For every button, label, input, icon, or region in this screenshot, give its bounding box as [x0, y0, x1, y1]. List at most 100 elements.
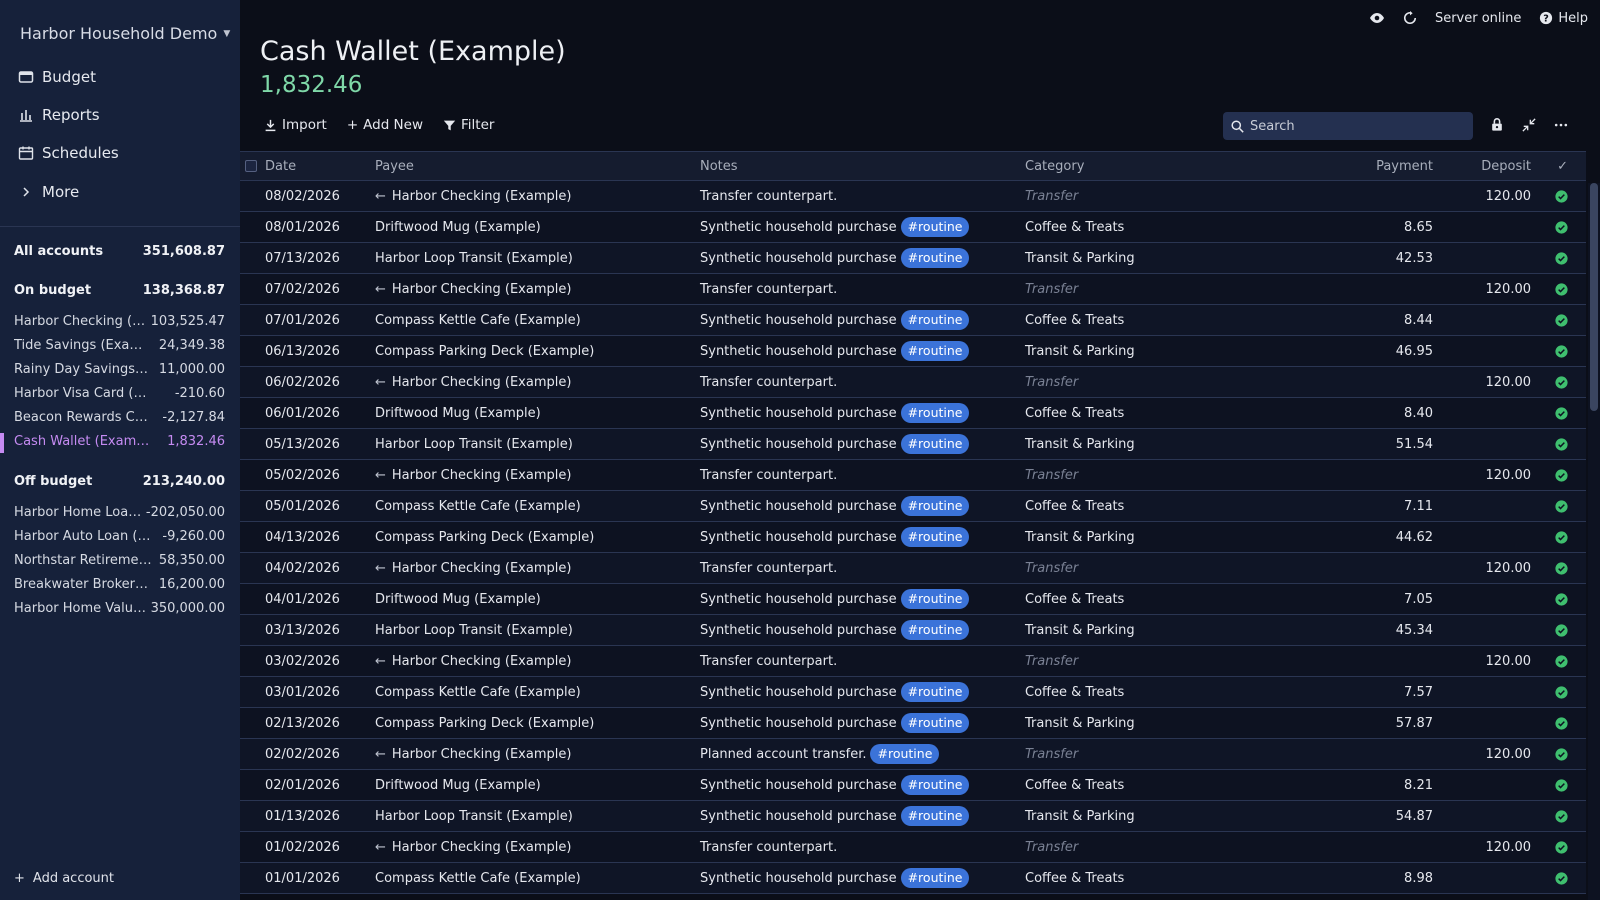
cell-payment[interactable]: 54.87 — [1396, 809, 1433, 824]
table-row[interactable]: 01/13/2026 Harbor Loop Transit (Example) S… — [240, 801, 1586, 832]
add-new-button[interactable]: + Add New — [347, 117, 423, 133]
cleared-check-icon[interactable] — [1555, 499, 1568, 513]
cell-payee[interactable]: Driftwood Mug (Example) — [375, 406, 541, 421]
cell-deposit[interactable]: 120.00 — [1486, 747, 1532, 762]
cell-notes[interactable]: Synthetic household purchase #routine — [700, 775, 970, 795]
cell-date[interactable]: 04/01/2026 — [265, 592, 340, 607]
header-payee[interactable]: Payee — [375, 159, 414, 174]
cell-notes[interactable]: Synthetic household purchase #routine — [700, 620, 970, 640]
cleared-check-icon[interactable] — [1555, 530, 1568, 544]
reconcile-button[interactable] — [1490, 117, 1504, 132]
cell-payee[interactable]: Compass Kettle Cafe (Example) — [375, 871, 581, 886]
cell-notes[interactable]: Synthetic household purchase #routine — [700, 496, 970, 516]
cell-payee[interactable]: Compass Parking Deck (Example) — [375, 530, 594, 545]
cell-notes[interactable]: Synthetic household purchase #routine — [700, 868, 970, 888]
filter-button[interactable]: Filter — [443, 117, 494, 133]
cell-date[interactable]: 04/02/2026 — [265, 561, 340, 576]
cell-payee[interactable]: Harbor Loop Transit (Example) — [375, 251, 573, 266]
collapse-button[interactable] — [1522, 117, 1536, 132]
cell-notes[interactable]: Synthetic household purchase #routine — [700, 403, 970, 423]
tag-badge[interactable]: #routine — [900, 713, 970, 733]
account-item[interactable]: Harbor Home Loan (Example) -202,050.00 — [14, 505, 225, 520]
cleared-check-icon[interactable] — [1555, 623, 1568, 637]
header-deposit[interactable]: Deposit — [1481, 159, 1531, 174]
tag-badge[interactable]: #routine — [900, 341, 970, 361]
help-button[interactable]: ? Help — [1539, 11, 1588, 26]
cell-date[interactable]: 05/02/2026 — [265, 468, 340, 483]
cell-date[interactable]: 01/13/2026 — [265, 809, 340, 824]
cell-notes[interactable]: Synthetic household purchase #routine — [700, 713, 970, 733]
account-item[interactable]: Harbor Auto Loan (Example) -9,260.00 — [14, 529, 225, 544]
cell-payment[interactable]: 8.65 — [1404, 220, 1433, 235]
cleared-check-icon[interactable] — [1555, 871, 1568, 885]
select-all-checkbox[interactable] — [245, 160, 257, 172]
cell-date[interactable]: 05/01/2026 — [265, 499, 340, 514]
cell-notes[interactable]: Transfer counterpart. — [700, 840, 837, 855]
cell-category[interactable]: Coffee & Treats — [1025, 406, 1124, 421]
cleared-check-icon[interactable] — [1555, 809, 1568, 823]
cell-date[interactable]: 06/13/2026 — [265, 344, 340, 359]
nav-schedules[interactable]: Schedules — [18, 140, 119, 166]
cell-notes[interactable]: Synthetic household purchase #routine — [700, 341, 970, 361]
tag-badge[interactable]: #routine — [900, 434, 970, 454]
cell-date[interactable]: 07/01/2026 — [265, 313, 340, 328]
account-item[interactable]: Harbor Home Value (Example) 350,000.00 — [14, 601, 225, 616]
cell-payee[interactable]: Harbor Loop Transit (Example) — [375, 809, 573, 824]
cleared-check-icon[interactable] — [1555, 189, 1568, 203]
table-row[interactable]: 04/02/2026 ← Harbor Checking (Example) Tran… — [240, 553, 1586, 584]
cell-category[interactable]: Transit & Parking — [1025, 809, 1135, 824]
import-button[interactable]: Import — [264, 117, 327, 133]
account-item[interactable]: Tide Savings (Example) 24,349.38 — [14, 338, 225, 353]
tag-badge[interactable]: #routine — [900, 496, 970, 516]
cell-date[interactable]: 02/02/2026 — [265, 747, 340, 762]
cell-category[interactable]: Transfer — [1025, 189, 1078, 204]
cell-deposit[interactable]: 120.00 — [1486, 561, 1532, 576]
cell-payee[interactable]: ← Harbor Checking (Example) — [375, 468, 571, 483]
cleared-check-icon[interactable] — [1555, 282, 1568, 296]
cell-notes[interactable]: Synthetic household purchase #routine — [700, 806, 970, 826]
cell-deposit[interactable]: 120.00 — [1486, 654, 1532, 669]
cell-category[interactable]: Transit & Parking — [1025, 530, 1135, 545]
cell-date[interactable]: 01/01/2026 — [265, 871, 340, 886]
account-item[interactable]: Harbor Visa Card (Example) -210.60 — [14, 386, 225, 401]
tag-badge[interactable]: #routine — [900, 775, 970, 795]
search-box[interactable] — [1223, 112, 1473, 140]
cell-payment[interactable]: 8.44 — [1404, 313, 1433, 328]
cell-date[interactable]: 04/13/2026 — [265, 530, 340, 545]
cell-notes[interactable]: Planned account transfer. #routine — [700, 744, 940, 764]
cell-date[interactable]: 02/01/2026 — [265, 778, 340, 793]
all-accounts[interactable]: All accounts 351,608.87 — [14, 244, 225, 259]
cell-deposit[interactable]: 120.00 — [1486, 468, 1532, 483]
cell-date[interactable]: 06/02/2026 — [265, 375, 340, 390]
cell-payee[interactable]: Driftwood Mug (Example) — [375, 778, 541, 793]
table-row[interactable]: 05/13/2026 Harbor Loop Transit (Example) S… — [240, 429, 1586, 460]
cell-payee[interactable]: Compass Parking Deck (Example) — [375, 344, 594, 359]
account-title[interactable]: Cash Wallet (Example) — [260, 36, 566, 67]
cell-payment[interactable]: 7.57 — [1404, 685, 1433, 700]
budget-name-menu[interactable]: Harbor Household Demo ▼ — [20, 24, 230, 43]
cell-payment[interactable]: 42.53 — [1396, 251, 1433, 266]
nav-reports[interactable]: Reports — [18, 102, 100, 128]
header-date[interactable]: Date — [265, 159, 296, 174]
table-row[interactable]: 01/01/2026 Compass Kettle Cafe (Example) S… — [240, 863, 1586, 894]
tag-badge[interactable]: #routine — [900, 589, 970, 609]
tag-badge[interactable]: #routine — [900, 682, 970, 702]
on-budget-group[interactable]: On budget 138,368.87 — [14, 283, 225, 298]
cell-category[interactable]: Coffee & Treats — [1025, 592, 1124, 607]
table-row[interactable]: 02/13/2026 Compass Parking Deck (Example)… — [240, 708, 1586, 739]
cell-date[interactable]: 08/02/2026 — [265, 189, 340, 204]
cell-category[interactable]: Coffee & Treats — [1025, 220, 1124, 235]
cell-category[interactable]: Transfer — [1025, 840, 1078, 855]
cell-payment[interactable]: 44.62 — [1396, 530, 1433, 545]
tag-badge[interactable]: #routine — [900, 248, 970, 268]
cell-payee[interactable]: ← Harbor Checking (Example) — [375, 282, 571, 297]
account-item[interactable]: Rainy Day Savings (Example) 11,000.00 — [14, 362, 225, 377]
table-row[interactable]: 03/02/2026 ← Harbor Checking (Example) Tran… — [240, 646, 1586, 677]
more-options-button[interactable] — [1554, 118, 1568, 132]
cell-payee[interactable]: Harbor Loop Transit (Example) — [375, 437, 573, 452]
cell-notes[interactable]: Transfer counterpart. — [700, 561, 837, 576]
cleared-check-icon[interactable] — [1555, 747, 1568, 761]
server-status[interactable]: Server online — [1435, 11, 1521, 26]
cleared-check-icon[interactable] — [1555, 716, 1568, 730]
cell-deposit[interactable]: 120.00 — [1486, 189, 1532, 204]
